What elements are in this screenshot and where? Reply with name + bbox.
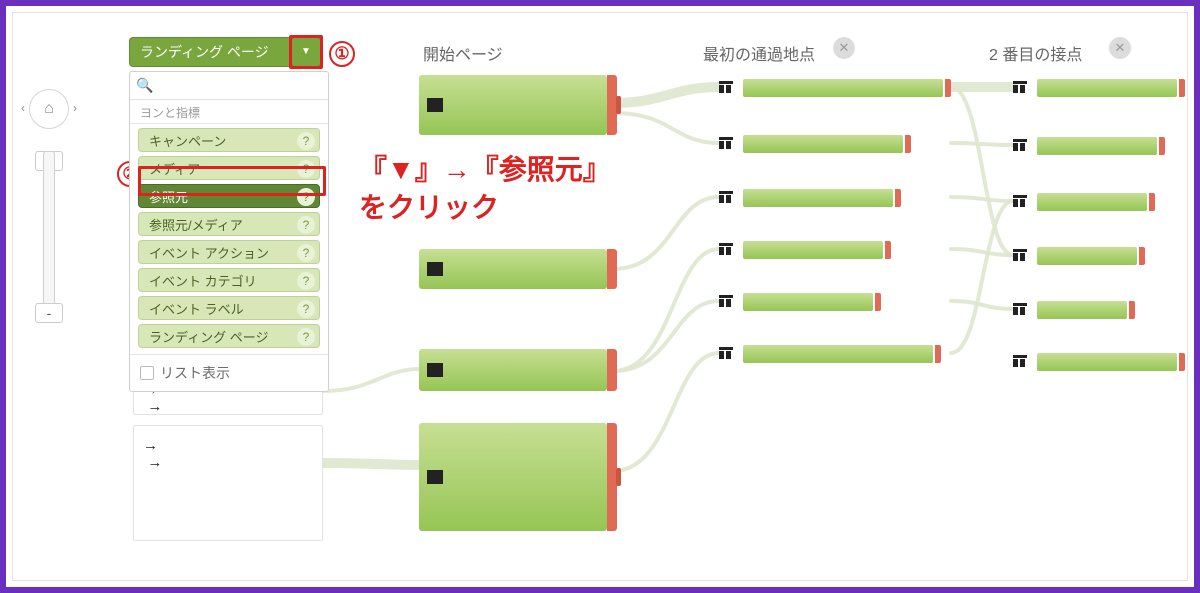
flow-node[interactable] <box>1007 353 1188 371</box>
dimension-chip[interactable]: ランディング ページ ▼ <box>129 37 321 67</box>
dimension-panel: 🔍 ヨンと指標 キャンペーン? メディア? 参照元? 参照元/メディア? イベン… <box>129 71 329 392</box>
arrows-icon: → → <box>143 437 160 471</box>
help-icon[interactable]: ? <box>297 132 315 150</box>
help-icon[interactable]: ? <box>297 300 315 318</box>
dimension-item[interactable]: キャンペーン? <box>138 128 320 152</box>
flow-node[interactable] <box>1007 193 1188 211</box>
dimension-picker: ランディング ページ ▼ 🔍 ヨンと指標 キャンペーン? メディア? 参照元? … <box>129 37 321 392</box>
dimension-item[interactable]: ランディング ページ? <box>138 324 320 348</box>
flow-node[interactable] <box>419 249 607 289</box>
flow-node[interactable] <box>713 189 973 207</box>
column-3-title: 2 番目の接点 <box>989 41 1082 65</box>
flow-node[interactable] <box>419 423 607 531</box>
checkbox-icon <box>140 366 154 380</box>
search-icon: 🔍 <box>136 77 153 94</box>
flow-node[interactable] <box>419 349 607 391</box>
annotation-highlight-1 <box>289 35 323 69</box>
nav-prev-icon[interactable]: ‹ <box>21 101 25 115</box>
nav-next-icon[interactable]: › <box>73 101 77 115</box>
home-button[interactable]: ⌂ <box>29 89 69 129</box>
dimension-item[interactable]: イベント カテゴリ? <box>138 268 320 292</box>
dimension-search-input[interactable] <box>159 78 322 93</box>
flow-node[interactable] <box>713 79 973 97</box>
home-nav: ‹ ⌂ › <box>29 89 69 129</box>
column-3-remove[interactable]: ✕ <box>1109 37 1131 59</box>
flow-node[interactable] <box>713 135 973 153</box>
help-icon[interactable]: ? <box>297 244 315 262</box>
flow-node[interactable] <box>713 345 973 363</box>
flow-node[interactable] <box>1007 79 1188 97</box>
home-icon: ⌂ <box>44 100 54 118</box>
flow-node[interactable] <box>419 75 607 135</box>
flow-node[interactable] <box>1007 137 1188 155</box>
annotation-text: 『▼』→『参照元』をクリック <box>351 149 619 229</box>
help-icon[interactable]: ? <box>297 328 315 346</box>
dimension-group-label: ヨンと指標 <box>130 100 328 124</box>
dimension-item[interactable]: イベント ラベル? <box>138 296 320 320</box>
help-icon[interactable]: ? <box>297 216 315 234</box>
dimension-search[interactable]: 🔍 <box>130 72 328 100</box>
canvas: ‹ ⌂ › + - 開始ページ 最初の通過地点 2 番目の接点 ✕ ✕ <box>12 12 1188 581</box>
column-1-title: 開始ページ <box>423 41 503 65</box>
dimension-chip-label: ランディング ページ <box>140 44 269 60</box>
column-2-remove[interactable]: ✕ <box>833 37 855 59</box>
help-icon[interactable]: ? <box>297 272 315 290</box>
list-view-toggle[interactable]: リスト表示 <box>130 354 328 385</box>
zoom-out-button[interactable]: - <box>35 303 63 323</box>
flow-node[interactable] <box>1007 247 1188 265</box>
dimension-item[interactable]: イベント アクション? <box>138 240 320 264</box>
flow-node[interactable] <box>713 293 973 311</box>
annotation-highlight-2 <box>138 166 326 196</box>
flow-node[interactable] <box>1007 301 1188 319</box>
column-2-title: 最初の通過地点 <box>703 41 815 65</box>
flow-node[interactable] <box>713 241 973 259</box>
annotation-number-1: ① <box>329 41 355 67</box>
zoom-slider[interactable] <box>43 151 55 323</box>
dimension-item[interactable]: 参照元/メディア? <box>138 212 320 236</box>
source-node[interactable] <box>133 425 323 541</box>
